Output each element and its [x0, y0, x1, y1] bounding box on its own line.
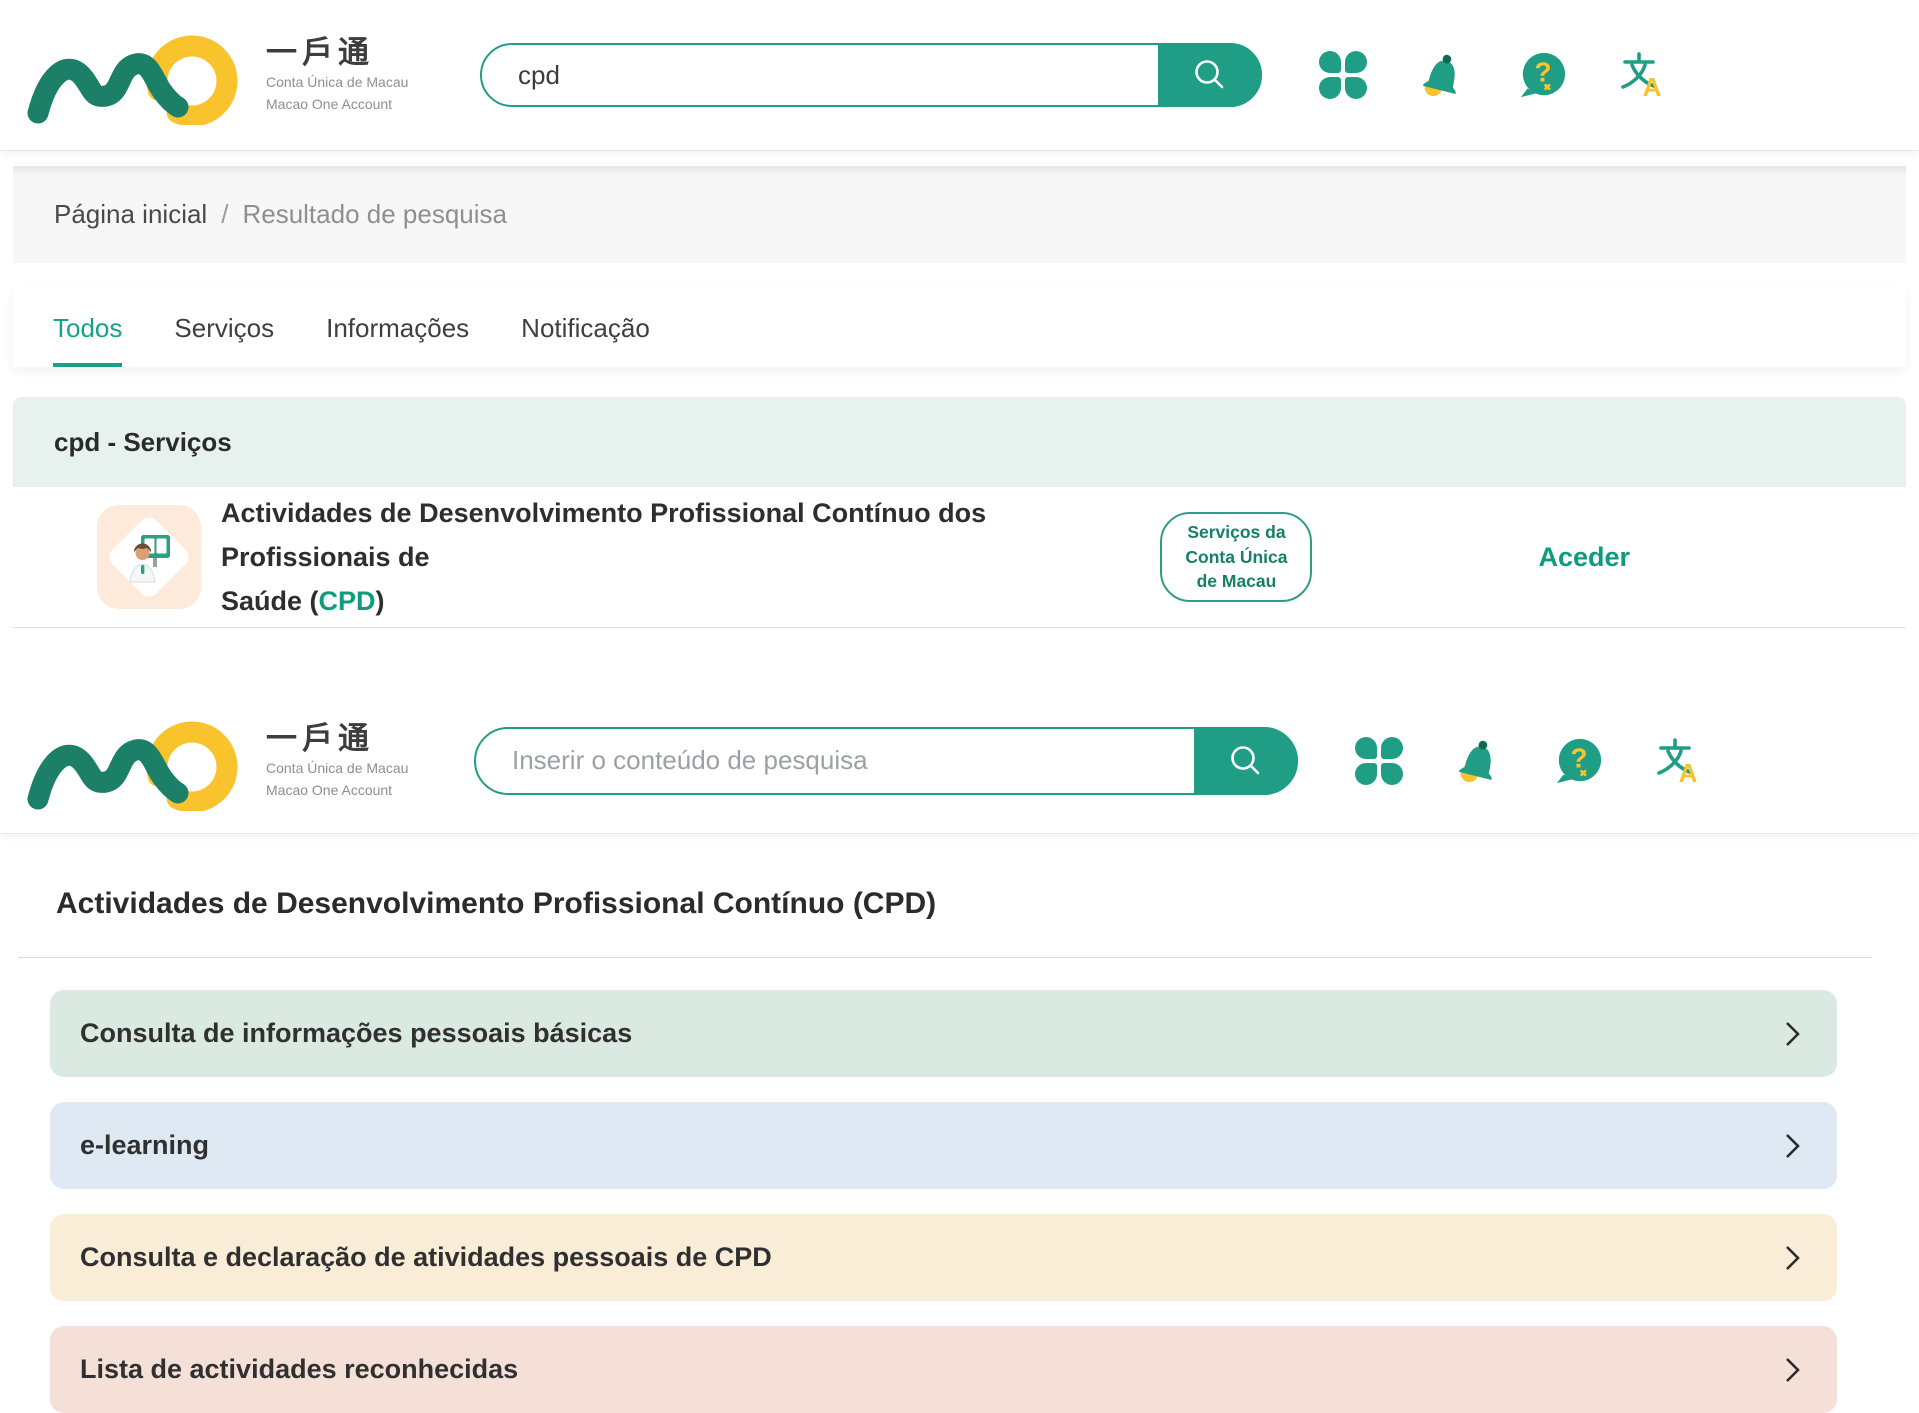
service-page-content: Actividades de Desenvolvimento Profissio…: [0, 887, 1919, 1413]
header-icon-group: ? A: [1318, 50, 1668, 100]
help-chat-icon[interactable]: ?: [1554, 736, 1604, 786]
doctor-book-glyph: [125, 530, 173, 584]
help-chat-icon[interactable]: ?: [1518, 50, 1568, 100]
svg-text:A: A: [1679, 758, 1698, 786]
service-item-label: e-learning: [80, 1130, 209, 1161]
service-page-header: 一戶通 Conta Única de Macau Macao One Accou…: [0, 688, 1919, 833]
search-bar: [474, 727, 1298, 795]
result-title: Actividades de Desenvolvimento Profissio…: [221, 491, 1160, 623]
service-item-label: Consulta e declaração de atividades pess…: [80, 1242, 772, 1273]
search-icon: [1189, 54, 1231, 96]
search-input[interactable]: [482, 45, 1160, 105]
search-button[interactable]: [1194, 727, 1298, 795]
svg-text:A: A: [1643, 72, 1662, 100]
result-title-line1: Actividades de Desenvolvimento Profissio…: [221, 491, 1160, 579]
search-bar: [480, 43, 1262, 107]
language-glyph: A: [1618, 50, 1668, 100]
logo-subtitle-pt: Conta Única de Macau: [266, 759, 408, 778]
badge-line: Conta Única: [1185, 545, 1287, 570]
service-item[interactable]: Consulta e declaração de atividades pess…: [50, 1214, 1837, 1301]
cpd-highlight: CPD: [319, 586, 376, 616]
service-item-label: Lista de actividades reconhecidas: [80, 1354, 518, 1385]
logo-subtitle-pt: Conta Única de Macau: [266, 73, 408, 92]
top-header: 一戶通 Conta Única de Macau Macao One Accou…: [0, 0, 1919, 150]
result-title-line2: Saúde (CPD): [221, 579, 1160, 623]
apps-grid-icon[interactable]: [1354, 736, 1404, 786]
header-icon-group: ? A: [1354, 736, 1704, 786]
divider: [18, 957, 1872, 958]
mo-logo-icon: [26, 711, 238, 811]
search-input[interactable]: [476, 729, 1196, 793]
clover-shape: [1355, 737, 1403, 785]
badge-line: Serviços da: [1187, 520, 1285, 545]
svg-text:?: ?: [1534, 57, 1551, 88]
logo-subtitle-en: Macao One Account: [266, 781, 408, 800]
notification-bell-icon[interactable]: [1454, 736, 1504, 786]
notification-bell-icon[interactable]: [1418, 50, 1468, 100]
chevron-right-icon: [1784, 1356, 1801, 1384]
search-result-item[interactable]: Actividades de Desenvolvimento Profissio…: [13, 487, 1906, 627]
service-item[interactable]: Lista de actividades reconhecidas: [50, 1326, 1837, 1413]
service-item-list: Consulta de informações pessoais básicas…: [50, 990, 1837, 1413]
bell-glyph: [1418, 50, 1468, 100]
breadcrumb-separator: /: [221, 199, 228, 230]
bell-glyph: [1454, 736, 1504, 786]
macau-one-account-logo[interactable]: 一戶通 Conta Única de Macau Macao One Accou…: [26, 711, 444, 811]
svg-text:?: ?: [1570, 742, 1587, 773]
tab-servicos[interactable]: Serviços: [174, 289, 274, 367]
search-button[interactable]: [1158, 43, 1262, 107]
service-item-label: Consulta de informações pessoais básicas: [80, 1018, 632, 1049]
breadcrumb: Página inicial / Resultado de pesquisa: [13, 166, 1906, 263]
service-item[interactable]: Consulta de informações pessoais básicas: [50, 990, 1837, 1077]
question-bubble-glyph: ?: [1518, 49, 1568, 101]
logo-subtitle-en: Macao One Account: [266, 95, 408, 114]
results-section-title: cpd - Serviços: [13, 397, 1906, 487]
search-results-card: cpd - Serviços Actividades de Desenvolvi…: [13, 397, 1906, 628]
chevron-right-icon: [1784, 1132, 1801, 1160]
mo-logo-icon: [26, 25, 238, 125]
logo-title-cjk: 一戶通: [266, 722, 408, 756]
breadcrumb-home-link[interactable]: Página inicial: [54, 199, 207, 230]
question-bubble-glyph: ?: [1554, 735, 1604, 787]
language-switch-icon[interactable]: A: [1618, 50, 1668, 100]
search-result-tabs: Todos Serviços Informações Notificação: [13, 289, 1906, 367]
badge-line: de Macau: [1197, 569, 1277, 594]
language-switch-icon[interactable]: A: [1654, 736, 1704, 786]
chevron-right-icon: [1784, 1020, 1801, 1048]
tab-todos[interactable]: Todos: [53, 289, 122, 367]
service-source-badge: Serviços daConta Únicade Macau: [1160, 512, 1312, 602]
language-glyph: A: [1654, 736, 1704, 786]
chevron-right-icon: [1784, 1244, 1801, 1272]
service-item[interactable]: e-learning: [50, 1102, 1837, 1189]
logo-title-cjk: 一戶通: [266, 36, 408, 70]
page-title: Actividades de Desenvolvimento Profissio…: [56, 887, 1919, 921]
service-thumbnail-icon: [97, 505, 201, 609]
clover-shape: [1319, 51, 1367, 99]
search-icon: [1225, 740, 1267, 782]
tab-notificacao[interactable]: Notificação: [521, 289, 650, 367]
tab-informacoes[interactable]: Informações: [326, 289, 469, 367]
apps-grid-icon[interactable]: [1318, 50, 1368, 100]
aceder-link[interactable]: Aceder: [1538, 542, 1630, 573]
macau-one-account-logo[interactable]: 一戶通 Conta Única de Macau Macao One Accou…: [26, 25, 444, 125]
breadcrumb-current: Resultado de pesquisa: [242, 199, 507, 230]
